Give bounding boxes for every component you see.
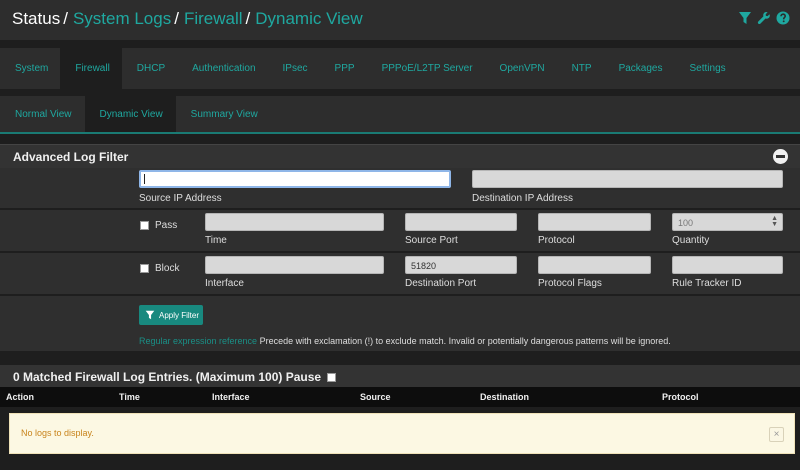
block-checkbox[interactable] xyxy=(140,264,149,273)
tab-dynamic-view[interactable]: Dynamic View xyxy=(84,96,176,132)
breadcrumb-firewall[interactable]: Firewall xyxy=(184,9,243,28)
block-label: Block xyxy=(155,263,180,274)
quantity-stepper[interactable]: 100 ▲ ▼ xyxy=(672,213,783,231)
time-input[interactable] xyxy=(205,213,384,231)
destination-port-label: Destination Port xyxy=(405,278,477,289)
apply-filter-label: Apply Filter xyxy=(159,310,200,320)
log-table-header: Action Time Interface Source Destination… xyxy=(0,387,800,407)
source-ip-label: Source IP Address xyxy=(139,193,222,204)
filter-hint-text: Precede with exclamation (!) to exclude … xyxy=(259,336,671,346)
entries-panel-title: 0 Matched Firewall Log Entries. (Maximum… xyxy=(13,370,337,384)
protocol-flags-label: Protocol Flags xyxy=(538,278,602,289)
breadcrumb-system-logs[interactable]: System Logs xyxy=(73,9,171,28)
rule-tracker-id-input[interactable] xyxy=(672,256,783,274)
tab-ppp[interactable]: PPP xyxy=(320,48,367,88)
column-header-source[interactable]: Source xyxy=(360,392,391,402)
collapse-panel-icon[interactable] xyxy=(773,149,788,164)
alert-message: No logs to display. xyxy=(21,428,94,438)
filter-row-pass: Pass Time Source Port Protocol 100 ▲ ▼ Qu… xyxy=(0,210,800,252)
filter-row-ip: Source IP Address Destination IP Address xyxy=(0,168,800,209)
quantity-value: 100 xyxy=(678,218,694,228)
destination-port-input[interactable]: 51820 xyxy=(405,256,517,274)
column-header-interface[interactable]: Interface xyxy=(212,392,250,402)
wrench-icon[interactable] xyxy=(757,11,771,25)
tab-system[interactable]: System xyxy=(0,48,60,88)
tab-packages[interactable]: Packages xyxy=(604,48,675,88)
tab-openvpn[interactable]: OpenVPN xyxy=(485,48,557,88)
source-port-label: Source Port xyxy=(405,235,458,246)
rule-tracker-id-label: Rule Tracker ID xyxy=(672,278,742,289)
breadcrumb: Status / System Logs / Firewall / Dynamic View xyxy=(12,9,363,29)
tab-summary-view[interactable]: Summary View xyxy=(176,96,271,132)
tab-authentication[interactable]: Authentication xyxy=(177,48,267,88)
breadcrumb-root: Status xyxy=(12,9,61,28)
column-header-time[interactable]: Time xyxy=(119,392,140,402)
filter-panel-title: Advanced Log Filter xyxy=(13,150,129,164)
close-icon[interactable]: × xyxy=(769,427,784,442)
no-logs-alert: No logs to display. × xyxy=(9,413,795,454)
pass-label: Pass xyxy=(155,220,178,231)
tab-firewall[interactable]: Firewall xyxy=(60,48,122,89)
apply-filter-button[interactable]: Apply Filter xyxy=(139,305,203,325)
column-header-action[interactable]: Action xyxy=(6,392,34,402)
breadcrumb-separator: / xyxy=(63,9,68,28)
page-header: Status / System Logs / Firewall / Dynamic View xyxy=(0,0,800,40)
tab-ntp[interactable]: NTP xyxy=(557,48,604,88)
filter-hint: Regular expression reference Precede wit… xyxy=(139,336,671,346)
regex-reference-link[interactable]: Regular expression reference xyxy=(139,336,257,346)
breadcrumb-separator: / xyxy=(245,9,251,28)
protocol-flags-input[interactable] xyxy=(538,256,651,274)
help-icon[interactable] xyxy=(776,11,790,25)
entries-panel-header: 0 Matched Firewall Log Entries. (Maximum… xyxy=(0,365,800,387)
secondary-tab-bar: Normal View Dynamic View Summary View xyxy=(0,96,800,134)
destination-ip-input[interactable] xyxy=(472,170,783,188)
destination-ip-label: Destination IP Address xyxy=(472,193,573,204)
source-port-input[interactable] xyxy=(405,213,517,231)
filter-row-block: Block Interface 51820 Destination Port P… xyxy=(0,253,800,295)
filter-icon[interactable] xyxy=(738,11,752,25)
entries-title-text: 0 Matched Firewall Log Entries. (Maximum… xyxy=(13,370,322,384)
protocol-input[interactable] xyxy=(538,213,651,231)
filter-panel-header: Advanced Log Filter xyxy=(0,144,800,168)
column-header-destination[interactable]: Destination xyxy=(480,392,529,402)
block-checkbox-group[interactable]: Block xyxy=(140,263,179,274)
time-label: Time xyxy=(205,235,227,246)
protocol-label: Protocol xyxy=(538,235,575,246)
quantity-label: Quantity xyxy=(672,235,710,246)
primary-tab-bar: System Firewall DHCP Authentication IPse… xyxy=(0,48,800,89)
tab-pppoe-l2tp-server[interactable]: PPPoE/L2TP Server xyxy=(367,48,485,88)
header-icon-group xyxy=(738,11,790,25)
spinner-arrows-icon[interactable]: ▲ ▼ xyxy=(771,215,778,228)
tab-settings[interactable]: Settings xyxy=(675,48,738,88)
tab-normal-view[interactable]: Normal View xyxy=(0,96,85,132)
tab-dhcp[interactable]: DHCP xyxy=(122,48,177,88)
pass-checkbox-group[interactable]: Pass xyxy=(140,220,177,231)
column-header-protocol[interactable]: Protocol xyxy=(662,392,699,402)
breadcrumb-dynamic-view[interactable]: Dynamic View xyxy=(255,9,362,28)
filter-icon xyxy=(145,310,155,320)
tab-ipsec[interactable]: IPsec xyxy=(268,48,320,88)
interface-input[interactable] xyxy=(205,256,384,274)
pause-checkbox[interactable] xyxy=(327,372,337,382)
source-ip-input[interactable] xyxy=(139,170,451,188)
interface-label: Interface xyxy=(205,278,244,289)
breadcrumb-separator: / xyxy=(174,9,179,28)
pass-checkbox[interactable] xyxy=(140,221,149,230)
